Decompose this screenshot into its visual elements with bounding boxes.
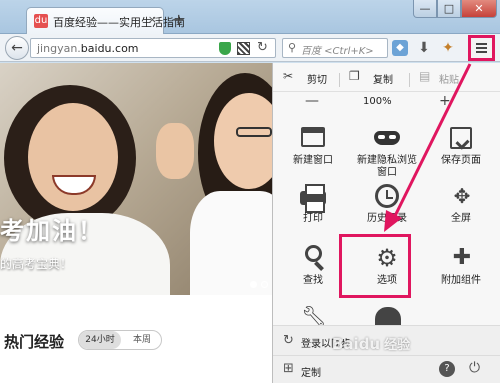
hot-experience-section: 热门经验 24小时 本周 bbox=[0, 295, 272, 383]
menu-item-label: 附加组件 bbox=[441, 275, 481, 286]
menu-item-developer[interactable]: 🔧︎ bbox=[279, 303, 347, 325]
customize-button[interactable]: 定制 bbox=[301, 364, 321, 379]
history-clock-icon bbox=[375, 184, 399, 208]
customize-row: ⊞ 定制 ? ⏻ bbox=[273, 355, 500, 383]
zoom-in-button[interactable]: + bbox=[439, 93, 451, 109]
customize-plus-icon[interactable]: ⊞ bbox=[283, 361, 294, 376]
student-body-right bbox=[190, 191, 272, 295]
glasses bbox=[236, 127, 272, 137]
hamburger-icon bbox=[476, 43, 487, 53]
scissors-icon[interactable]: ✂ bbox=[283, 69, 293, 83]
hero-title: 考加油！ bbox=[0, 217, 104, 245]
watermark-logo: Baidu 经验 bbox=[332, 334, 410, 353]
browser-tab[interactable]: du 百度经验——实用生活指南 × bbox=[26, 7, 185, 34]
watermark-brand: Baidu bbox=[332, 335, 381, 353]
search-icon: ⚲ bbox=[288, 41, 297, 54]
save-page-icon bbox=[450, 127, 472, 149]
carousel-dot[interactable] bbox=[250, 281, 257, 288]
menu-item-save-page[interactable]: 保存页面 bbox=[427, 125, 495, 185]
maximize-button[interactable]: □ bbox=[437, 0, 461, 18]
hero-banner[interactable]: 考加油！ 的高考宝典！ bbox=[0, 63, 272, 295]
zoom-controls: — 100% + bbox=[273, 91, 500, 113]
extension-icon[interactable]: ◆ bbox=[392, 40, 408, 56]
menu-item-label: 查找 bbox=[303, 275, 323, 286]
download-icon[interactable]: ⬇ bbox=[416, 40, 432, 56]
open-menu-button[interactable] bbox=[468, 35, 495, 61]
title-bar: du 百度经验——实用生活指南 × + — □ ✕ bbox=[0, 0, 500, 34]
menu-item-print[interactable]: 打印 bbox=[279, 183, 347, 243]
shield-icon[interactable] bbox=[219, 42, 231, 55]
url-host: jingyan. bbox=[37, 42, 81, 55]
edit-controls: ✂ 剪切 ❐ 复制 ▤ 粘贴 bbox=[273, 67, 500, 91]
menu-item-label: 新建窗口 bbox=[293, 155, 333, 166]
wrench-icon: 🔧︎ bbox=[301, 304, 327, 325]
menu-item-label: 全屏 bbox=[451, 213, 471, 224]
menu-item-addons[interactable]: ✚ 附加组件 bbox=[427, 245, 495, 305]
reload-icon[interactable]: ↻ bbox=[257, 40, 268, 55]
menu-item-label: 新建隐私浏览窗口 bbox=[357, 155, 417, 178]
navigation-toolbar: ← jingyan.baidu.com ↻ ⚲ 百度 <Ctrl+K> ◆ ⬇ … bbox=[0, 34, 500, 62]
url-text: jingyan.baidu.com bbox=[37, 42, 139, 55]
menu-item-private-window[interactable]: 新建隐私浏览窗口 bbox=[353, 125, 421, 185]
section-title: 热门经验 bbox=[4, 333, 65, 351]
tab-24h[interactable]: 24小时 bbox=[79, 331, 121, 349]
copy-icon[interactable]: ❐ bbox=[349, 69, 360, 83]
menu-item-new-window[interactable]: 新建窗口 bbox=[279, 125, 347, 185]
address-bar[interactable]: jingyan.baidu.com ↻ bbox=[30, 38, 276, 58]
window-close-button[interactable]: ✕ bbox=[461, 0, 497, 18]
sync-icon: ↻ bbox=[283, 333, 294, 348]
new-tab-button[interactable]: + bbox=[172, 10, 185, 29]
options-highlight-box bbox=[339, 234, 411, 298]
carousel-dot[interactable] bbox=[261, 281, 268, 288]
minimize-button[interactable]: — bbox=[413, 0, 437, 18]
new-window-icon bbox=[301, 127, 325, 147]
cut-button[interactable]: 剪切 bbox=[307, 71, 327, 86]
help-icon[interactable]: ? bbox=[439, 361, 455, 377]
fullscreen-icon: ✥ bbox=[453, 184, 471, 208]
separator bbox=[339, 73, 340, 87]
search-input[interactable]: ⚲ 百度 <Ctrl+K> bbox=[282, 38, 388, 58]
watermark-suffix: 经验 bbox=[384, 338, 411, 353]
tool-icon bbox=[375, 307, 401, 325]
url-domain: baidu.com bbox=[80, 42, 139, 55]
hero-subtitle: 的高考宝典！ bbox=[0, 257, 73, 271]
puzzle-icon: ✚ bbox=[452, 245, 472, 270]
tab-week[interactable]: 本周 bbox=[123, 331, 161, 349]
menu-item-more[interactable] bbox=[353, 303, 421, 325]
addon-toolbar-icon[interactable]: ✦ bbox=[440, 40, 456, 56]
menu-item-fullscreen[interactable]: ✥ 全屏 bbox=[427, 183, 495, 243]
favicon-icon: du bbox=[34, 14, 48, 28]
qr-code-icon[interactable] bbox=[237, 42, 250, 55]
printer-icon bbox=[300, 184, 326, 213]
paste-icon[interactable]: ▤ bbox=[419, 69, 430, 83]
separator bbox=[409, 73, 410, 87]
menu-item-label: 保存页面 bbox=[441, 155, 481, 166]
tab-close-icon[interactable]: × bbox=[148, 13, 157, 26]
tab-title: 百度经验——实用生活指南 bbox=[53, 16, 185, 29]
copy-button[interactable]: 复制 bbox=[373, 71, 393, 86]
zoom-out-button[interactable]: — bbox=[305, 93, 319, 109]
magnifier-icon bbox=[305, 245, 322, 262]
menu-item-label: 历史记录 bbox=[367, 213, 407, 224]
private-mask-icon bbox=[374, 131, 400, 145]
period-toggle: 24小时 本周 bbox=[78, 330, 162, 350]
zoom-reset-button[interactable]: 100% bbox=[363, 96, 392, 107]
raised-fist bbox=[156, 123, 194, 179]
search-placeholder: 百度 <Ctrl+K> bbox=[301, 46, 374, 57]
back-button[interactable]: ← bbox=[5, 36, 29, 60]
menu-item-label: 打印 bbox=[303, 213, 323, 224]
paste-button[interactable]: 粘贴 bbox=[439, 71, 459, 86]
quit-power-icon[interactable]: ⏻ bbox=[469, 360, 480, 376]
menu-item-find[interactable]: 查找 bbox=[279, 245, 347, 305]
